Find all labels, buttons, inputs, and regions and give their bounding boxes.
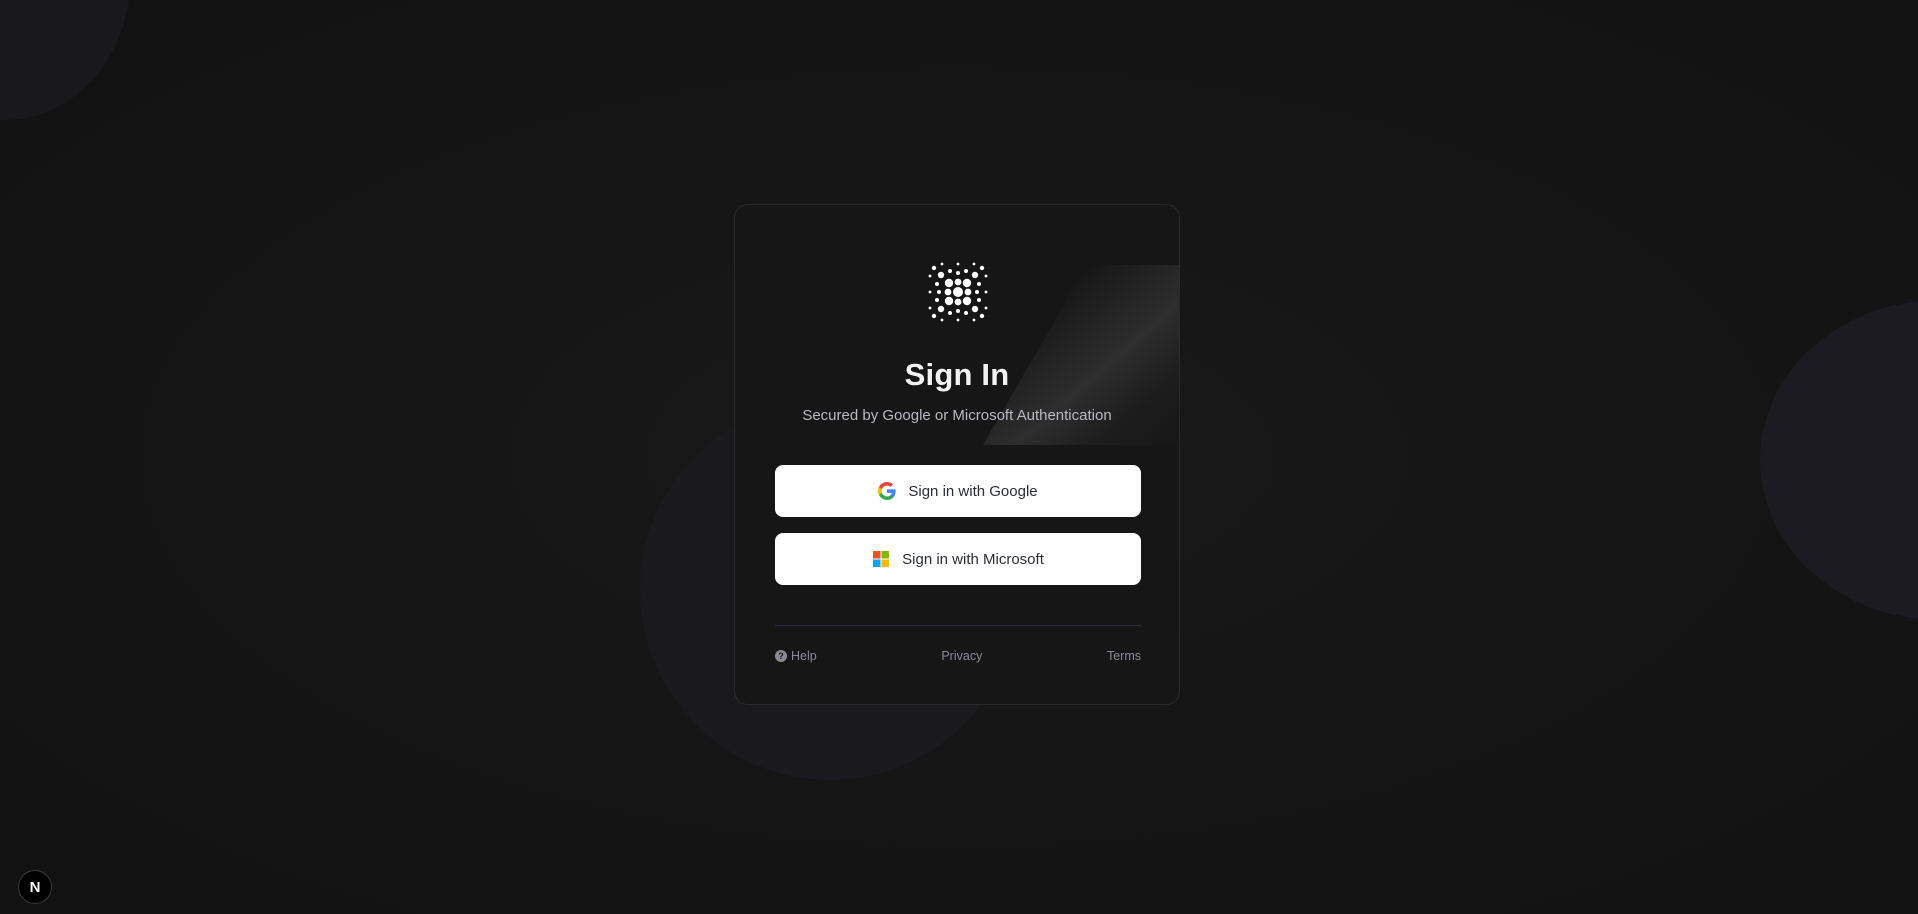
- google-icon: [878, 482, 897, 500]
- next-dev-badge[interactable]: N: [18, 870, 52, 904]
- next-badge-letter: N: [29, 878, 41, 896]
- help-icon: ?: [775, 650, 787, 662]
- signin-card: Sign In Secured by Google or Microsoft A…: [734, 204, 1180, 705]
- page-title: Sign In: [904, 357, 1010, 392]
- help-link-label: Help: [791, 649, 817, 663]
- help-link[interactable]: ? Help: [775, 649, 817, 663]
- dotted-x-logo: [928, 262, 988, 322]
- terms-link[interactable]: Terms: [1107, 649, 1141, 663]
- microsoft-icon: [873, 551, 890, 567]
- page-subtitle: Secured by Google or Microsoft Authentic…: [802, 407, 1112, 424]
- card-footer: ? Help Privacy Terms: [775, 649, 1141, 663]
- google-signin-label: Sign in with Google: [908, 482, 1038, 500]
- background-blob: [1760, 300, 1918, 620]
- privacy-link[interactable]: Privacy: [941, 649, 982, 663]
- google-signin-button[interactable]: Sign in with Google: [775, 465, 1141, 517]
- microsoft-signin-button[interactable]: Sign in with Microsoft: [775, 533, 1141, 585]
- footer-divider: [775, 625, 1141, 626]
- background-blob: [0, 0, 130, 120]
- microsoft-signin-label: Sign in with Microsoft: [902, 550, 1044, 568]
